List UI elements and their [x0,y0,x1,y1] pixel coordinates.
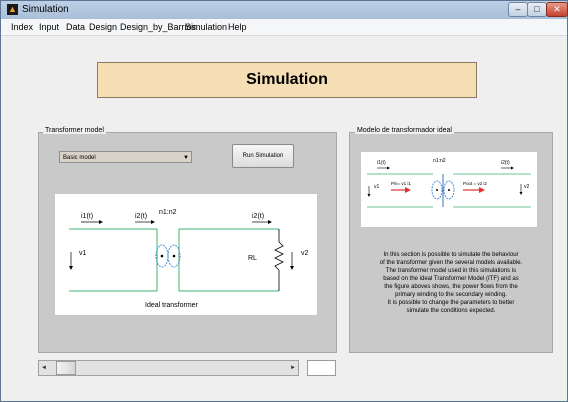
slider-thumb[interactable] [56,361,76,375]
primary-dot [160,254,164,258]
transformer-circuit-diagram: i1(t) i2(t) n1:n2 i2(t) v1 RL v2 Ideal t… [55,194,317,315]
description-line: In this section is possible to simulate … [383,252,519,258]
i2-label: i2(t) [135,213,147,220]
slider-left-arrow-icon[interactable]: ◄ [39,361,49,375]
slider-value-field[interactable] [307,360,336,376]
chevron-down-icon: ▼ [183,155,189,161]
title-bar: ▲ Simulation – □ ✕ [1,1,568,19]
slider-right-arrow-icon[interactable]: ► [288,361,298,375]
description-line: of the transformer given the several mod… [379,260,523,266]
description-line: The transformer model used in this simul… [385,268,517,274]
ideal-transformer-panel: Modelo de transformador ideal i1(t) n1:n… [349,127,553,353]
parameter-slider[interactable]: ◄ ► [38,360,299,376]
description-line: It is possible to change the parameters … [387,300,515,306]
maximize-button[interactable]: □ [527,2,547,17]
menu-help[interactable]: Help [228,22,247,32]
matlab-figure-icon: ▲ [7,4,18,15]
v2-label: v2 [301,250,309,257]
v2-label: v2 [524,184,530,190]
menu-design[interactable]: Design [89,22,117,32]
ideal-transformer-diagram: i1(t) n1:n2 i2(t) v1 Pin= v1 i1 Pout = v… [361,152,537,227]
app-window: ▲ Simulation – □ ✕ Index Input Data Desi… [0,0,568,402]
rl-label: RL [248,255,257,262]
minimize-button[interactable]: – [508,2,528,17]
description-line: primary winding to the secondary winding… [395,292,507,298]
figure-content: Simulation Transformer model Basic model… [1,36,567,401]
v1-label: v1 [79,250,87,257]
model-select[interactable]: Basic model ▼ [59,151,192,163]
diagram-caption: Ideal transformer [145,302,199,309]
p-in-label: Pin= v1 i1 [391,181,411,186]
i1-label: i1(t) [81,213,93,220]
description-text: In this section is possible to simulate … [358,251,544,315]
description-line: based on the ideal Transformer Model (IT… [383,276,519,282]
close-button[interactable]: ✕ [546,2,568,17]
ratio-label: n1:n2 [433,158,446,164]
menu-index[interactable]: Index [11,22,33,32]
panel-title: Transformer model [43,127,106,134]
menu-bar: Index Input Data Design Design_by_Barrio… [1,19,567,36]
run-simulation-button[interactable]: Run Simulation [232,144,294,168]
secondary-dot [172,254,176,258]
menu-data[interactable]: Data [66,22,85,32]
v1-label: v1 [374,184,380,190]
model-select-value: Basic model [63,155,96,161]
load-resistor [274,241,284,271]
i1-label: i1(t) [377,160,386,166]
description-line: simulate the conditions expected. [406,308,496,314]
i2-load-label: i2(t) [252,213,264,220]
page-title: Simulation [97,62,477,98]
menu-input[interactable]: Input [39,22,59,32]
transformer-model-panel: Transformer model Basic model ▼ Run Simu… [38,127,337,353]
ideal-circuit-svg: i1(t) n1:n2 i2(t) v1 Pin= v1 i1 Pout = v… [367,158,531,208]
panel-title: Modelo de transformador ideal [355,127,454,134]
window-title: Simulation [22,4,69,15]
circuit-svg: i1(t) i2(t) n1:n2 i2(t) v1 RL v2 Ideal t… [69,209,309,309]
description-line: the figure aboves shows, the power flows… [384,284,518,290]
ratio-label: n1:n2 [159,209,177,216]
menu-simulation[interactable]: Simulation [185,22,227,32]
p-out-label: Pout = v2 i2 [463,181,487,186]
i2-label: i2(t) [501,160,510,166]
